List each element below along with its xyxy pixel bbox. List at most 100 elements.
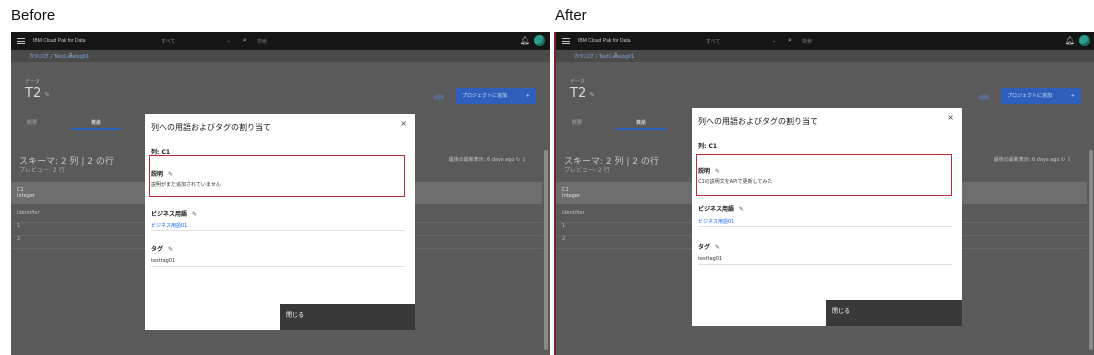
close-button-label: 閉じる bbox=[832, 308, 851, 315]
tab-overview[interactable]: 概要 bbox=[27, 119, 37, 126]
add-to-project-label: プロジェクトに追加 bbox=[1007, 93, 1053, 99]
tag-label-text: タグ bbox=[698, 244, 711, 251]
column-type: Integer bbox=[17, 193, 35, 199]
search-input[interactable]: 検索 bbox=[802, 38, 812, 45]
delete-button[interactable]: 削除 bbox=[434, 94, 444, 101]
notification-bell-icon[interactable]: 🔔︎ bbox=[520, 36, 530, 45]
search-scope-label: すべて bbox=[161, 39, 176, 45]
after-caption: After bbox=[555, 7, 587, 24]
search-scope-label: すべて bbox=[706, 39, 721, 45]
avatar[interactable] bbox=[534, 35, 545, 46]
product-brand[interactable]: IBM Cloud Pak for Data bbox=[33, 38, 86, 44]
delete-button[interactable]: 削除 bbox=[979, 94, 989, 101]
tag-label: タグ ✎ bbox=[698, 242, 720, 251]
scrollbar[interactable] bbox=[1089, 150, 1093, 350]
description-value: C1の説明文をAPIで更新してみた bbox=[698, 179, 773, 185]
edit-business-term-icon[interactable]: ✎ bbox=[192, 211, 197, 218]
close-button-label: 閉じる bbox=[286, 312, 305, 319]
page-title: T2 ✎ bbox=[25, 86, 50, 101]
asset-kind-label: データ bbox=[25, 79, 41, 85]
tag-label: タグ ✎ bbox=[151, 244, 173, 253]
preview-summary: プレビュー: 2 行 bbox=[564, 167, 610, 174]
edit-pencil-icon[interactable]: ✎ bbox=[589, 91, 595, 99]
assign-terms-tags-modal: 列への用語およびタグの割り当て × 列: C1 説明 ✎ C1の説明文をAPIで更… bbox=[692, 108, 962, 326]
close-icon[interactable]: × bbox=[947, 113, 954, 122]
chevron-down-icon: ⌄ bbox=[226, 38, 231, 44]
search-input[interactable]: 検索 bbox=[257, 38, 267, 45]
description-label: 説明 ✎ bbox=[151, 169, 173, 178]
close-button[interactable]: 閉じる bbox=[280, 304, 415, 330]
asset-kind-label: データ bbox=[570, 79, 586, 85]
add-to-project-label: プロジェクトに追加 bbox=[462, 93, 508, 99]
description-highlight-box bbox=[149, 155, 405, 197]
edit-tag-icon[interactable]: ✎ bbox=[715, 244, 720, 251]
top-navigation-bar: IBM Cloud Pak for Data すべて ⌄ ⌕ 検索 🔔︎ bbox=[11, 32, 550, 50]
plus-icon: + bbox=[525, 93, 530, 99]
scrollbar[interactable] bbox=[544, 150, 548, 350]
description-label: 説明 ✎ bbox=[698, 166, 720, 175]
modal-title: 列への用語およびタグの割り当て bbox=[151, 123, 271, 132]
active-tab-indicator bbox=[616, 128, 666, 130]
search-icon[interactable]: ⌕ bbox=[788, 36, 792, 45]
edit-tag-icon[interactable]: ✎ bbox=[168, 246, 173, 253]
chevron-down-icon: ⌄ bbox=[771, 38, 776, 44]
top-navigation-bar: IBM Cloud Pak for Data すべて ⌄ ⌕ 検索 🔔︎ bbox=[556, 32, 1094, 50]
preview-summary: プレビュー: 2 行 bbox=[19, 167, 65, 174]
business-term-label: ビジネス用語 ✎ bbox=[698, 204, 744, 213]
page-title: T2 ✎ bbox=[570, 86, 595, 101]
modal-column-label: 列: C1 bbox=[698, 143, 718, 150]
column-type: Integer bbox=[562, 193, 580, 199]
breadcrumb: カタログ / TestCatalog01 ◌ ◌ ◌ ⇅ bbox=[556, 50, 1094, 62]
after-screenshot: IBM Cloud Pak for Data すべて ⌄ ⌕ 検索 🔔︎ カタログ… bbox=[554, 32, 1094, 355]
description-label-text: 説明 bbox=[151, 171, 164, 178]
last-viewed-status: 最後の最新表示: 6 days ago ↻ ⇩ bbox=[448, 157, 526, 163]
tab-assets[interactable]: 資産 bbox=[636, 119, 646, 126]
breadcrumb: カタログ / TestCatalog01 ◌ ◌ ◌ ⇅ bbox=[11, 50, 550, 62]
asset-title: T2 bbox=[570, 86, 587, 101]
edit-description-icon[interactable]: ✎ bbox=[715, 168, 720, 175]
hamburger-menu-icon[interactable] bbox=[17, 38, 25, 44]
divider bbox=[151, 230, 405, 231]
description-value: 説明がまだ追加されていません bbox=[151, 182, 221, 188]
business-term-link[interactable]: ビジネス用語01 bbox=[151, 222, 187, 229]
tag-value: testtag01 bbox=[698, 256, 723, 262]
last-viewed-status: 最後の最新表示: 6 days ago ↻ ⇩ bbox=[993, 157, 1071, 163]
modal-title: 列への用語およびタグの割り当て bbox=[698, 117, 818, 126]
before-screenshot: IBM Cloud Pak for Data すべて ⌄ ⌕ 検索 🔔︎ カタログ… bbox=[11, 32, 550, 355]
avatar[interactable] bbox=[1079, 35, 1090, 46]
description-highlight-box bbox=[696, 154, 952, 196]
divider bbox=[698, 226, 952, 227]
before-caption: Before bbox=[11, 7, 56, 24]
divider bbox=[151, 266, 405, 267]
notification-bell-icon[interactable]: 🔔︎ bbox=[1065, 36, 1075, 45]
toolbar-icons[interactable]: ◌ ◌ ◌ ⇅ bbox=[574, 52, 1091, 59]
last-viewed-label: 最後の最新表示: 6 days ago bbox=[993, 157, 1060, 163]
description-label-text: 説明 bbox=[698, 168, 711, 175]
business-term-link[interactable]: ビジネス用語01 bbox=[698, 218, 734, 225]
close-icon[interactable]: × bbox=[400, 119, 407, 128]
add-to-project-button[interactable]: プロジェクトに追加 + bbox=[1001, 88, 1081, 104]
edit-description-icon[interactable]: ✎ bbox=[168, 171, 173, 178]
search-scope-dropdown[interactable]: すべて ⌄ bbox=[161, 38, 231, 45]
edit-business-term-icon[interactable]: ✎ bbox=[739, 206, 744, 213]
close-button[interactable]: 閉じる bbox=[826, 300, 962, 326]
divider bbox=[698, 264, 952, 265]
assign-terms-tags-modal: 列への用語およびタグの割り当て × 列: C1 説明 ✎ 説明がまだ追加されていま… bbox=[145, 114, 415, 330]
edit-pencil-icon[interactable]: ✎ bbox=[44, 91, 50, 99]
last-viewed-label: 最後の最新表示: 6 days ago bbox=[448, 157, 515, 163]
tag-value: testtag01 bbox=[151, 258, 176, 264]
asset-title: T2 bbox=[25, 86, 42, 101]
hamburger-menu-icon[interactable] bbox=[562, 38, 570, 44]
toolbar-icons[interactable]: ◌ ◌ ◌ ⇅ bbox=[29, 52, 546, 59]
search-scope-dropdown[interactable]: すべて ⌄ bbox=[706, 38, 776, 45]
product-brand[interactable]: IBM Cloud Pak for Data bbox=[578, 38, 631, 44]
add-to-project-button[interactable]: プロジェクトに追加 + bbox=[456, 88, 536, 104]
business-term-label-text: ビジネス用語 bbox=[698, 206, 735, 213]
active-tab-indicator bbox=[71, 128, 121, 130]
tab-overview[interactable]: 概要 bbox=[572, 119, 582, 126]
tab-assets[interactable]: 資産 bbox=[91, 119, 101, 126]
business-term-label: ビジネス用語 ✎ bbox=[151, 209, 197, 218]
plus-icon: + bbox=[1070, 93, 1075, 99]
tag-label-text: タグ bbox=[151, 246, 164, 253]
search-icon[interactable]: ⌕ bbox=[243, 36, 247, 45]
